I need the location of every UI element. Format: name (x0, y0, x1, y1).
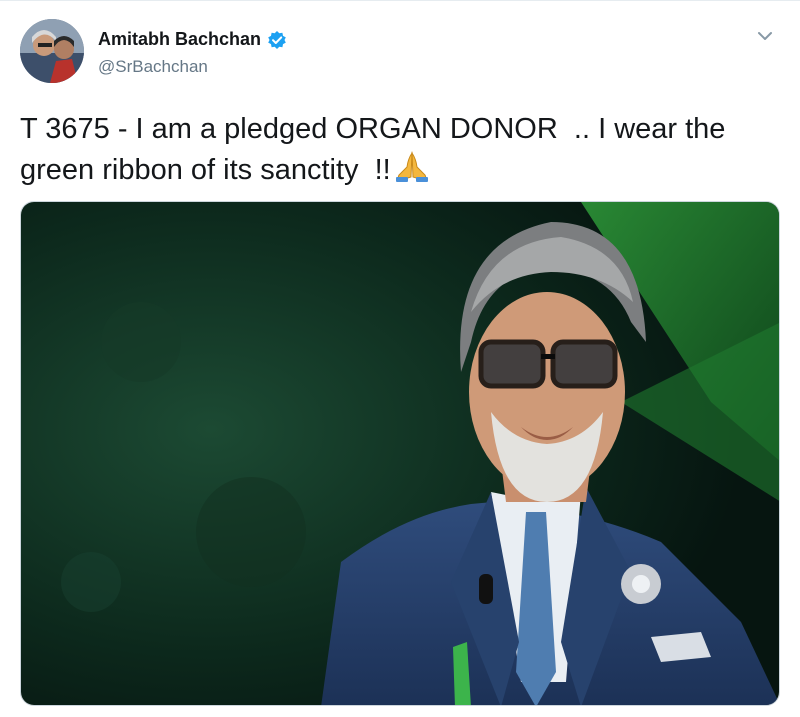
tweet-photo[interactable] (20, 201, 780, 706)
verified-badge-icon (267, 30, 287, 50)
folded-hands-emoji-icon (393, 149, 431, 194)
avatar[interactable] (20, 19, 84, 83)
chevron-down-icon[interactable] (756, 27, 774, 45)
tweet-text: T 3675 - I am a pledged ORGAN DONOR .. I… (20, 109, 780, 194)
tweet-card: Amitabh Bachchan @SrBachchan T 3675 - I … (0, 0, 800, 717)
author-handle[interactable]: @SrBachchan (98, 57, 208, 77)
tweet-text-line-1: T 3675 - I am a pledged ORGAN DONOR .. I… (20, 113, 726, 145)
author-name[interactable]: Amitabh Bachchan (98, 29, 261, 50)
tweet-text-line-2: green ribbon of its sanctity !! (20, 154, 391, 186)
author-name-row[interactable]: Amitabh Bachchan (98, 29, 287, 50)
